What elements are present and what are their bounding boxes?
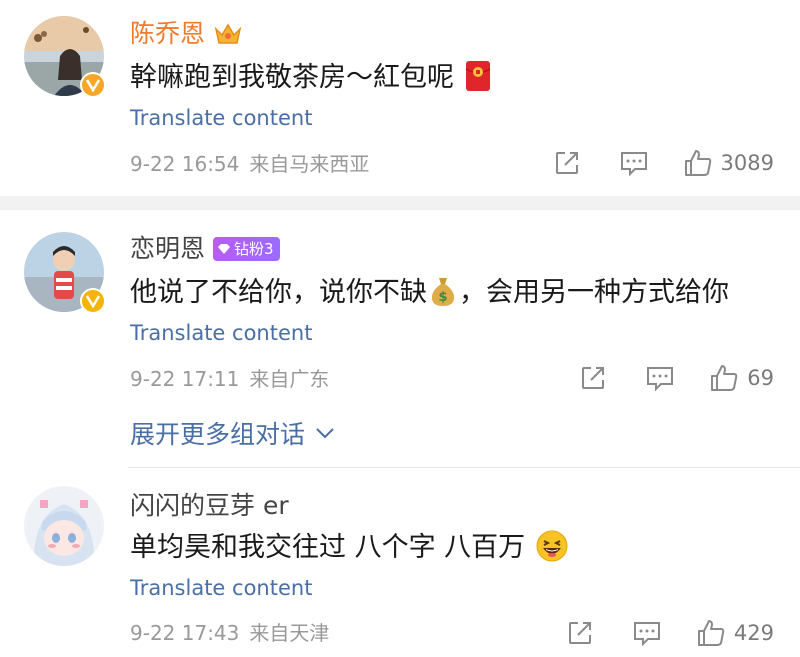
comment-actions: 3089 [553,148,774,178]
comment-text-content: 单均昊和我交往过 八个字 八百万 [130,532,526,563]
share-button[interactable] [553,149,581,177]
comment-text: 单均昊和我交往过 八个字 八百万 [130,530,570,572]
reply-button[interactable] [619,149,649,177]
money-bag-icon: $ [429,275,457,317]
share-button[interactable] [579,364,607,392]
username-text[interactable]: 恋明恩 [130,234,205,264]
share-icon [555,152,578,174]
comment-icon [633,622,660,647]
like-button[interactable]: 429 [696,618,774,648]
section-separator [0,196,800,210]
red-envelope-icon [465,60,491,102]
reply-button[interactable] [632,619,662,647]
comment-location: 来自马来西亚 [249,152,370,176]
laughing-face-icon [536,530,568,572]
comment-meta: 9-22 17:11 来自广东 [130,366,329,392]
translate-link[interactable]: Translate content [130,320,312,346]
share-icon [582,367,605,389]
translate-link[interactable]: Translate content [130,575,312,601]
comment-meta: 9-22 16:54 来自马来西亚 [130,151,369,177]
diamond-icon [218,244,231,254]
fan-badge: 钻粉3 [213,237,280,261]
fan-badge-label: 钻粉3 [234,240,274,258]
share-button[interactable] [566,619,594,647]
like-count: 3089 [720,151,774,175]
comment-text: 他说了不给你，说你不缺 $ ，会用另一种方式给你 [130,275,729,317]
comment-date: 9-22 16:54 [130,152,240,176]
comment-item: 陈乔恩 幹嘛跑到我敬茶房～紅包呢 Translate content 9-22 … [0,0,800,196]
thumbs-up-icon [697,620,725,646]
verified-badge-icon [80,288,106,314]
thumbs-up-icon [711,365,738,391]
avatar[interactable] [24,16,106,98]
like-button[interactable]: 69 [709,363,774,393]
comment-meta: 9-22 17:43 来自天津 [130,620,329,646]
share-icon [568,622,591,644]
comment-location: 来自天津 [249,621,330,645]
username-text[interactable]: 闪闪的豆芽 er [130,491,289,521]
comment-icon [647,367,674,392]
comment-date: 9-22 17:11 [130,367,240,391]
avatar[interactable] [24,486,104,566]
comment-icon [620,152,647,177]
expand-more-replies[interactable]: 展开更多组对话 [130,415,335,451]
avatar[interactable] [24,232,106,314]
like-count: 429 [733,621,774,645]
like-button[interactable]: 3089 [683,148,774,178]
comment-text-content: 他说了不给你，说你不缺 [130,277,427,308]
comment-item: 恋明恩 钻粉3 他说了不给你，说你不缺 $ ，会用另一种方式给你 Transla… [0,210,800,467]
comment-actions: 429 [566,618,774,648]
username[interactable]: 陈乔恩 [130,19,243,49]
username[interactable]: 闪闪的豆芽 er [130,491,289,521]
like-count: 69 [747,366,774,390]
crown-icon [213,21,243,47]
expand-more-label[interactable]: 展开更多组对话 [130,415,305,451]
comment-text-content: 幹嘛跑到我敬茶房～紅包呢 [130,62,454,93]
svg-text:$: $ [438,290,447,305]
username-text[interactable]: 陈乔恩 [130,19,205,49]
comment-item: 闪闪的豆芽 er 单均昊和我交往过 八个字 八百万 Translate cont… [0,468,800,657]
comment-date: 9-22 17:43 [130,621,240,645]
chevron-down-icon [316,428,334,439]
avatar-image [24,486,104,566]
username[interactable]: 恋明恩 钻粉3 [130,234,280,264]
verified-badge-icon [80,72,106,98]
comment-location: 来自广东 [249,367,330,391]
comment-text-content: ，会用另一种方式给你 [459,277,729,308]
reply-button[interactable] [645,364,675,392]
thumbs-up-icon [684,150,711,176]
comment-text: 幹嘛跑到我敬茶房～紅包呢 [130,60,493,102]
comment-actions: 69 [579,363,774,393]
translate-link[interactable]: Translate content [130,105,312,131]
